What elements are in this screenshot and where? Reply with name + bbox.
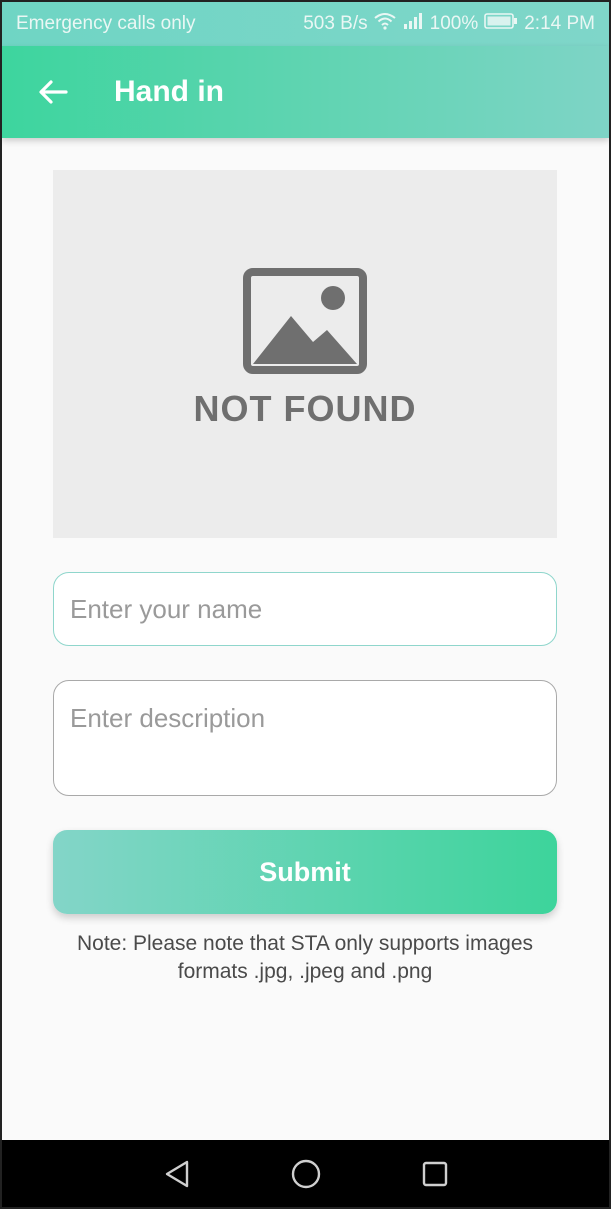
network-speed: 503 B/s bbox=[303, 13, 368, 34]
screen: Emergency calls only 503 B/s 100% 2:14 P… bbox=[0, 0, 611, 1209]
nav-home-button[interactable] bbox=[286, 1154, 326, 1194]
square-recent-icon bbox=[422, 1161, 447, 1186]
arrow-left-icon bbox=[39, 80, 68, 104]
carrier-text: Emergency calls only bbox=[16, 13, 196, 34]
triangle-back-icon bbox=[165, 1160, 188, 1187]
back-button[interactable] bbox=[36, 75, 70, 109]
clock: 2:14 PM bbox=[524, 13, 595, 34]
status-right: 503 B/s 100% 2:14 PM bbox=[303, 12, 595, 36]
image-placeholder[interactable]: NOT FOUND bbox=[53, 170, 557, 538]
system-nav-bar bbox=[2, 1140, 609, 1207]
app-bar: Hand in bbox=[2, 46, 609, 138]
submit-label: Submit bbox=[259, 856, 351, 887]
submit-button[interactable]: Submit bbox=[53, 830, 557, 914]
circle-home-icon bbox=[291, 1159, 320, 1188]
description-input[interactable]: Enter description bbox=[53, 680, 557, 796]
battery-percent: 100% bbox=[429, 13, 479, 34]
nav-back-button[interactable] bbox=[157, 1154, 197, 1194]
name-placeholder: Enter your name bbox=[70, 593, 263, 624]
name-input[interactable]: Enter your name bbox=[53, 572, 557, 646]
wifi-icon bbox=[374, 12, 396, 36]
battery-icon bbox=[484, 13, 518, 35]
page-title: Hand in bbox=[114, 75, 224, 108]
status-bar: Emergency calls only 503 B/s 100% 2:14 P… bbox=[2, 2, 609, 46]
description-placeholder: Enter description bbox=[70, 703, 266, 733]
not-found-text: NOT FOUND bbox=[193, 388, 417, 429]
image-icon bbox=[243, 268, 367, 374]
format-note: Note: Please note that STA only supports… bbox=[76, 932, 534, 983]
signal-icon bbox=[402, 13, 424, 35]
nav-recent-button[interactable] bbox=[415, 1154, 455, 1194]
